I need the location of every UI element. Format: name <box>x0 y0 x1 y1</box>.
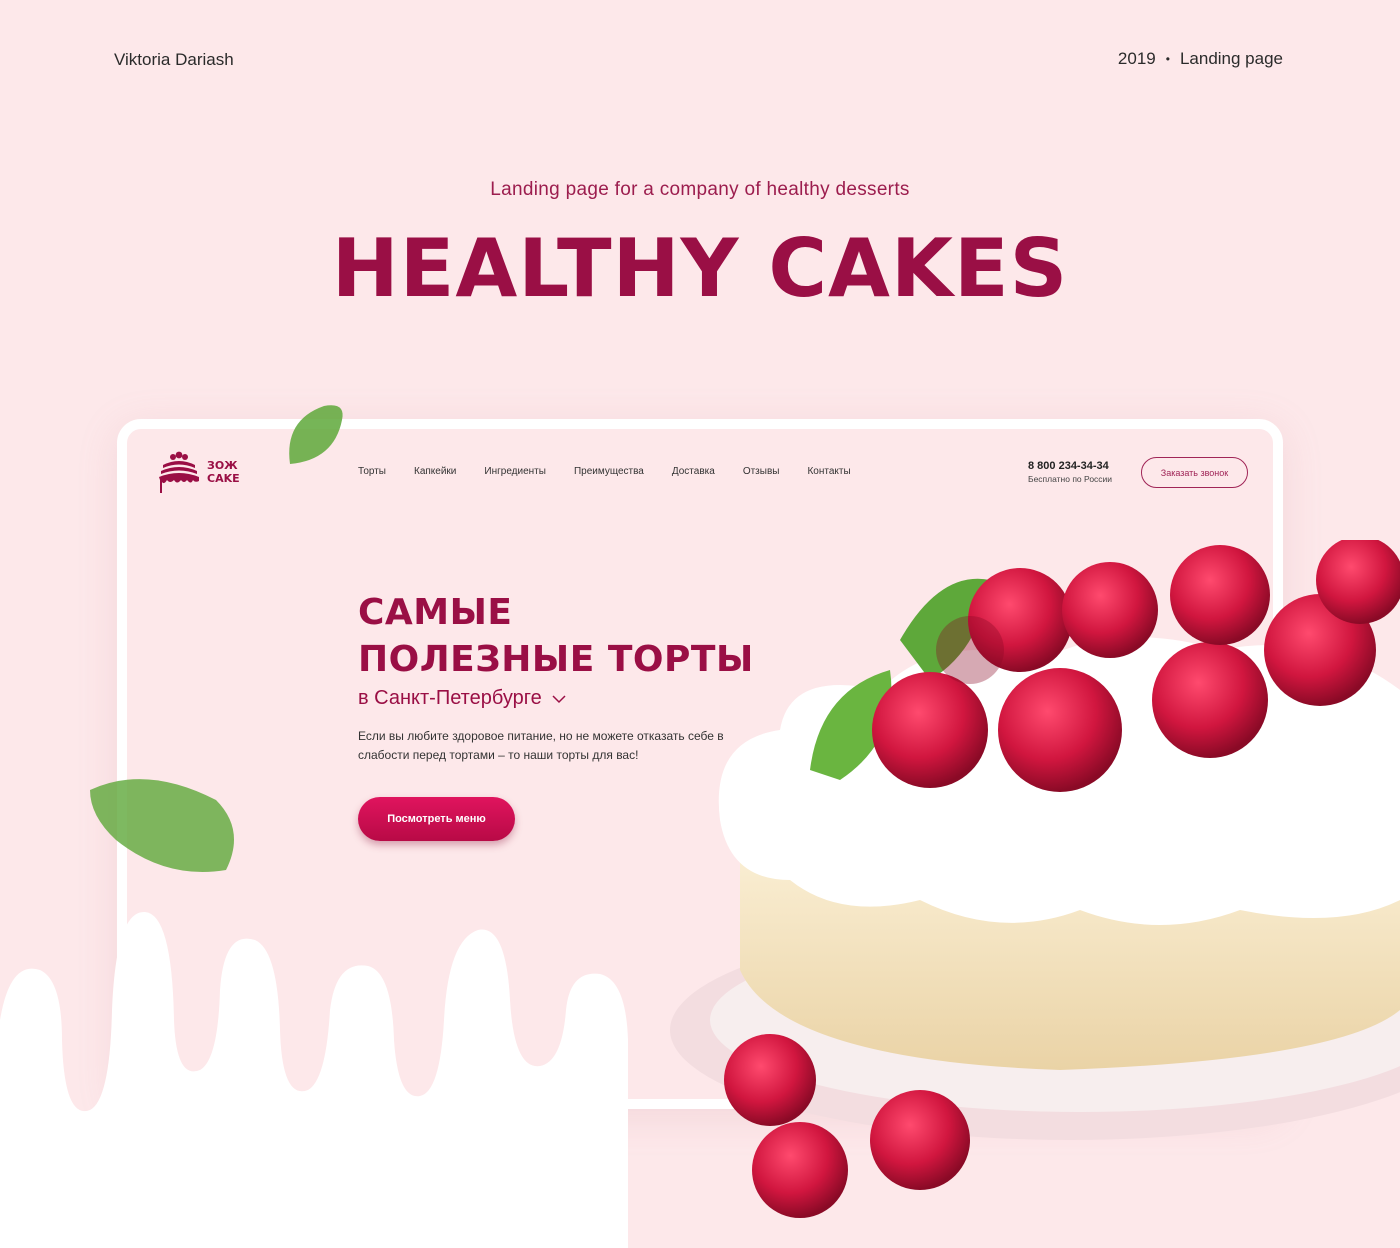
nav-item-ingredients[interactable]: Ингредиенты <box>484 466 546 477</box>
logo-line1: ЗОЖ <box>207 459 238 472</box>
callback-button[interactable]: Заказать звонок <box>1141 457 1248 488</box>
nav-item-cakes[interactable]: Торты <box>358 466 386 477</box>
cake-logo-icon <box>159 451 199 493</box>
nav-item-advantages[interactable]: Преимущества <box>574 466 644 477</box>
nav-item-delivery[interactable]: Доставка <box>672 466 715 477</box>
author-name: Viktoria Dariash <box>114 50 234 69</box>
intro-subtitle: Landing page for a company of healthy de… <box>490 179 910 200</box>
logo-text: ЗОЖ CAKE <box>207 459 240 485</box>
mint-leaf-icon <box>90 779 234 872</box>
view-menu-button[interactable]: Посмотреть меню <box>358 797 515 841</box>
nav-item-cupcakes[interactable]: Капкейки <box>414 466 456 477</box>
logo-line2: CAKE <box>207 472 240 485</box>
phone-note: Бесплатно по России <box>1028 474 1113 484</box>
project-type: Landing page <box>1179 49 1283 68</box>
project-year: 2019 <box>1117 49 1156 68</box>
city-label: в Санкт-Петербурге <box>358 687 542 709</box>
chevron-down-icon <box>552 694 566 703</box>
mint-leaf-icon <box>289 405 343 464</box>
nav-item-reviews[interactable]: Отзывы <box>743 466 780 477</box>
phone-block: 8 800 234-34-34 Бесплатно по России <box>1028 460 1112 484</box>
meta-separator: • <box>1165 52 1170 66</box>
main-nav: Торты Капкейки Ингредиенты Преимущества … <box>358 466 879 477</box>
nav-item-contacts[interactable]: Контакты <box>807 466 850 477</box>
phone-number[interactable]: 8 800 234-34-34 <box>1028 460 1112 472</box>
intro-title: HEALTHY CAKES <box>331 222 1069 315</box>
project-meta: 2019 • Landing page <box>1118 49 1283 69</box>
city-selector[interactable]: в Санкт-Петербурге <box>358 687 566 710</box>
raspberry-cake-image <box>670 540 1400 1218</box>
site-logo[interactable]: ЗОЖ CAKE <box>157 449 240 495</box>
